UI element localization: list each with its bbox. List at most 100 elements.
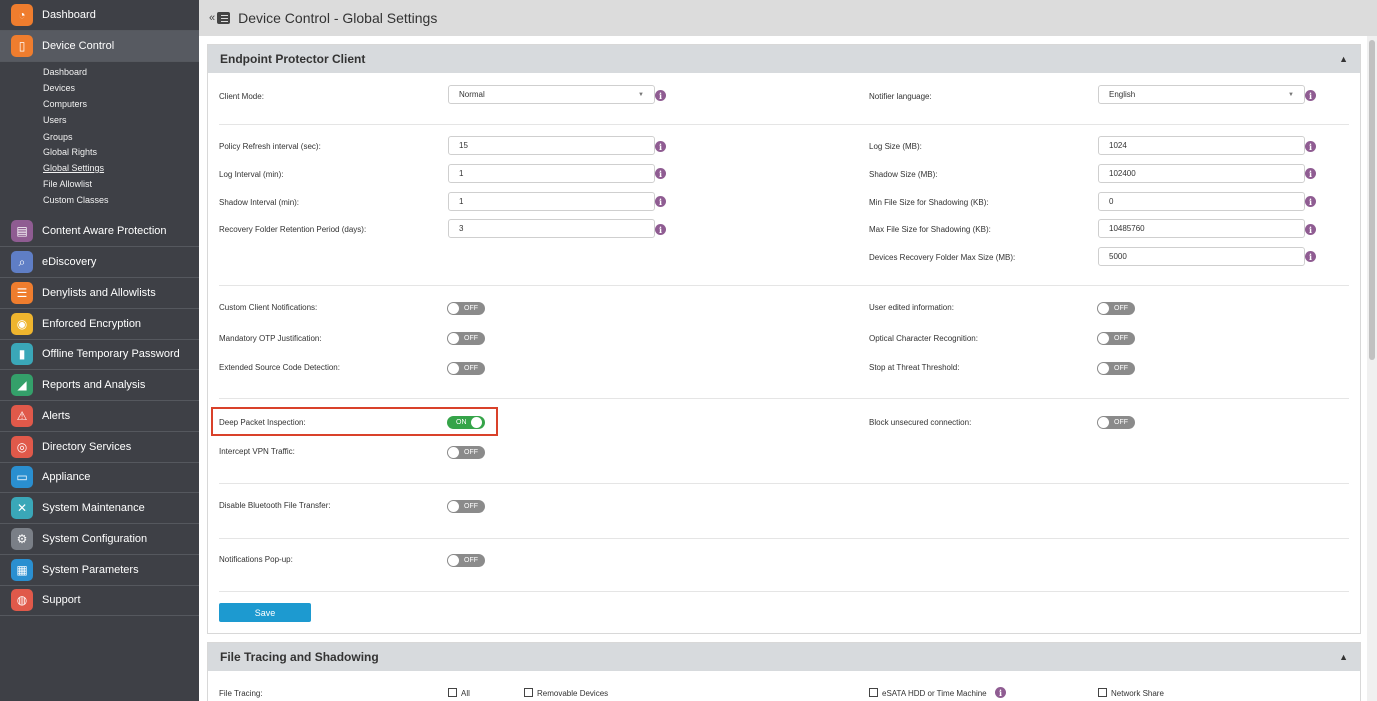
shadow-size-label: Shadow Size (MB): — [869, 170, 938, 179]
custom-client-notifications-toggle[interactable]: OFF — [447, 302, 485, 315]
min-file-size-shadowing-label: Min File Size for Shadowing (KB): — [869, 198, 989, 207]
sidebar-item-label: System Parameters — [42, 564, 139, 576]
divider — [219, 591, 1349, 592]
toggle-state: OFF — [464, 335, 478, 342]
stop-at-threat-threshold-toggle[interactable]: OFF — [1097, 362, 1135, 375]
toggle-knob — [1098, 363, 1109, 374]
sidebar-item-label: System Configuration — [42, 533, 148, 545]
subnav-devices[interactable]: Devices — [43, 83, 75, 93]
toggle-knob — [448, 363, 459, 374]
menu-icon[interactable] — [217, 12, 231, 24]
subnav-computers[interactable]: Computers — [43, 99, 87, 109]
scrollbar[interactable] — [1367, 36, 1377, 701]
sidebar-item-offline-temporary-password[interactable]: ▮ Offline Temporary Password — [0, 339, 199, 370]
user-edited-information-toggle[interactable]: OFF — [1097, 302, 1135, 315]
divider — [219, 538, 1349, 539]
shadow-size-input[interactable] — [1098, 164, 1305, 183]
sidebar-item-label: Appliance — [42, 471, 91, 483]
sidebar-item-label: Denylists and Allowlists — [42, 287, 156, 299]
divider — [219, 398, 1349, 399]
device-control-submenu: Dashboard Devices Computers Users Groups… — [0, 62, 199, 216]
sidebar-item-label: Reports and Analysis — [42, 379, 146, 391]
toggle-knob — [448, 555, 459, 566]
sidebar-item-label: Content Aware Protection — [42, 225, 167, 237]
scrollbar-thumb[interactable] — [1369, 40, 1375, 360]
endpoint-protector-client-panel: Endpoint Protector Client ▲ Client Mode:… — [207, 44, 1361, 634]
subnav-global-settings[interactable]: Global Settings — [43, 163, 104, 173]
disable-bluetooth-file-transfer-toggle[interactable]: OFF — [447, 500, 485, 513]
extended-source-code-detection-toggle[interactable]: OFF — [447, 362, 485, 375]
intercept-vpn-traffic-label: Intercept VPN Traffic: — [219, 447, 295, 456]
max-file-size-shadowing-input[interactable] — [1098, 219, 1305, 238]
subnav-global-rights[interactable]: Global Rights — [43, 147, 97, 157]
sidebar-item-denylists-allowlists[interactable]: ☰ Denylists and Allowlists — [0, 278, 199, 309]
toggle-state: OFF — [464, 365, 478, 372]
info-icon[interactable]: i — [655, 141, 666, 152]
sidebar-item-system-maintenance[interactable]: ✕ System Maintenance — [0, 493, 199, 524]
sidebar-item-appliance[interactable]: ▭ Appliance — [0, 462, 199, 493]
log-interval-input[interactable] — [448, 164, 655, 183]
subnav-users[interactable]: Users — [43, 115, 67, 125]
info-icon[interactable]: i — [1305, 90, 1316, 101]
sidebar-item-label: Alerts — [42, 410, 71, 422]
toggle-state: OFF — [1114, 335, 1128, 342]
log-size-input[interactable] — [1098, 136, 1305, 155]
subnav-custom-classes[interactable]: Custom Classes — [43, 195, 109, 205]
toggle-state: OFF — [464, 305, 478, 312]
info-icon[interactable]: i — [1305, 196, 1316, 207]
optical-character-recognition-toggle[interactable]: OFF — [1097, 332, 1135, 345]
deep-packet-inspection-toggle[interactable]: ON — [447, 416, 485, 429]
custom-client-notifications-label: Custom Client Notifications: — [219, 303, 318, 312]
policy-refresh-interval-input[interactable] — [448, 136, 655, 155]
mandatory-otp-justification-toggle[interactable]: OFF — [447, 332, 485, 345]
sidebar-item-device-control[interactable]: ▯ Device Control — [0, 31, 199, 62]
intercept-vpn-traffic-toggle[interactable]: OFF — [447, 446, 485, 459]
collapse-panel-icon[interactable]: ▲ — [1339, 54, 1348, 64]
subnav-file-allowlist[interactable]: File Allowlist — [43, 179, 92, 189]
sidebar-item-ediscovery[interactable]: ⌕ eDiscovery — [0, 247, 199, 278]
removable-devices-checkbox[interactable] — [524, 688, 533, 697]
sidebar-item-system-parameters[interactable]: ▦ System Parameters — [0, 555, 199, 586]
sidebar-item-alerts[interactable]: ⚠ Alerts — [0, 401, 199, 432]
password-icon: ▮ — [11, 343, 33, 365]
sidebar-item-reports-analysis[interactable]: ◢ Reports and Analysis — [0, 370, 199, 401]
sidebar-item-support[interactable]: ◍ Support — [0, 585, 199, 616]
info-icon[interactable]: i — [655, 168, 666, 179]
sidebar-item-dashboard[interactable]: ◔ Dashboard — [0, 0, 199, 31]
esata-hdd-checkbox[interactable] — [869, 688, 878, 697]
sidebar-item-content-aware-protection[interactable]: ▤ Content Aware Protection — [0, 216, 199, 247]
client-mode-select[interactable]: Normal ▼ — [448, 85, 655, 104]
directory-icon: ◎ — [11, 436, 33, 458]
network-share-checkbox[interactable] — [1098, 688, 1107, 697]
shadow-interval-input[interactable] — [448, 192, 655, 211]
subnav-groups[interactable]: Groups — [43, 132, 73, 142]
subnav-dashboard[interactable]: Dashboard — [43, 67, 87, 77]
toggle-knob — [448, 447, 459, 458]
sidebar-item-enforced-encryption[interactable]: ◉ Enforced Encryption — [0, 309, 199, 340]
collapse-panel-icon[interactable]: ▲ — [1339, 652, 1348, 662]
info-icon[interactable]: i — [655, 224, 666, 235]
info-icon[interactable]: i — [655, 90, 666, 101]
toggle-state: OFF — [464, 557, 478, 564]
info-icon[interactable]: i — [655, 196, 666, 207]
info-icon[interactable]: i — [1305, 168, 1316, 179]
sidebar-item-system-configuration[interactable]: ⚙ System Configuration — [0, 524, 199, 555]
min-file-size-shadowing-input[interactable] — [1098, 192, 1305, 211]
all-checkbox[interactable] — [448, 688, 457, 697]
sidebar-item-label: Dashboard — [42, 9, 96, 21]
panel-header: Endpoint Protector Client ▲ — [208, 45, 1360, 73]
devices-recovery-folder-max-size-input[interactable] — [1098, 247, 1305, 266]
notifier-language-select[interactable]: English ▼ — [1098, 85, 1305, 104]
collapse-sidebar-button[interactable]: « — [209, 12, 215, 24]
max-file-size-shadowing-label: Max File Size for Shadowing (KB): — [869, 225, 991, 234]
info-icon[interactable]: i — [1305, 251, 1316, 262]
recovery-folder-retention-input[interactable] — [448, 219, 655, 238]
info-icon[interactable]: i — [1305, 224, 1316, 235]
notifications-popup-toggle[interactable]: OFF — [447, 554, 485, 567]
block-unsecured-connection-toggle[interactable]: OFF — [1097, 416, 1135, 429]
sidebar-item-label: Directory Services — [42, 441, 132, 453]
save-button[interactable]: Save — [219, 603, 311, 622]
info-icon[interactable]: i — [1305, 141, 1316, 152]
info-icon[interactable]: i — [995, 687, 1006, 698]
sidebar-item-directory-services[interactable]: ◎ Directory Services — [0, 432, 199, 463]
